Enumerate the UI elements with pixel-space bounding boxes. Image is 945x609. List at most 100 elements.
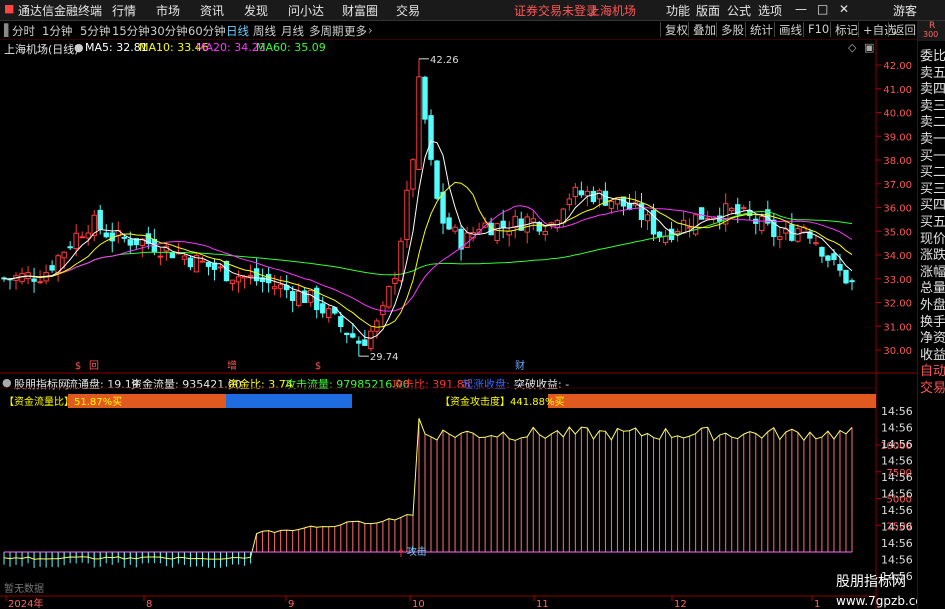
btn-f10[interactable]: F10 [803, 22, 829, 37]
candle-body [759, 216, 765, 232]
period-weekly[interactable]: 周线 [253, 23, 276, 39]
period-15min[interactable]: 15分钟 [112, 23, 150, 39]
attack-bar-red [548, 394, 876, 408]
y-tick-label: 30.00 [883, 346, 912, 357]
candle-body [410, 159, 416, 190]
quote-side-column: R 300 委比 卖五 卖四 卖三 卖二 卖一 买一 买二 买三 买四 买五 现价 涨跌 涨幅 总量 外盘 换手… [917, 21, 945, 609]
period-30min[interactable]: 30分钟 [150, 23, 188, 39]
candle-body [825, 255, 831, 261]
candle-body [590, 190, 597, 203]
close-button[interactable]: ✕ [839, 2, 849, 16]
right-time-9: 14:56 [881, 554, 913, 567]
right-time-0: 14:56 [881, 405, 913, 418]
candle-body [344, 332, 350, 335]
right-time-4: 14:56 [881, 471, 913, 484]
y-tick-label: 37.00 [883, 180, 912, 191]
period-fenshi[interactable]: 分时 [12, 23, 35, 39]
y-tick-label: 40.00 [883, 109, 912, 120]
y-tick-label: 42.00 [883, 61, 912, 72]
menu-xuanxiang[interactable]: 选项 [758, 2, 782, 19]
candle-body [253, 268, 260, 282]
btn-tongji[interactable]: 统计 [745, 22, 773, 37]
attack-degree-label: 【资金攻击度】441.88%买 [440, 395, 565, 408]
candle-body [452, 226, 458, 232]
maximize-button[interactable]: □ [817, 2, 828, 16]
menu-shichang[interactable]: 市场 [156, 2, 180, 19]
candle-body [326, 308, 332, 319]
candle-body [392, 278, 398, 284]
btn-duogu[interactable]: 多股 [716, 22, 744, 37]
event-mark-4: 财 [515, 359, 525, 372]
minimize-button[interactable]: — [795, 2, 807, 16]
candle-body [181, 255, 188, 260]
candle-body [741, 207, 747, 210]
btn-diejia[interactable]: 叠加 [688, 22, 716, 37]
event-mark-0: $ [75, 361, 81, 372]
candle-body [247, 274, 254, 278]
candle-body [103, 232, 109, 238]
high-price-label: 42.26 [430, 55, 459, 66]
x-axis-label-5: 12 [674, 599, 687, 609]
candle-body [229, 279, 236, 285]
candle-body [698, 207, 705, 220]
event-mark-1: 回 [89, 360, 99, 372]
trade-login-alert[interactable]: 证券交易未登录 [514, 2, 598, 19]
period-monthly[interactable]: 月线 [281, 23, 304, 39]
attack-mark-label: 攻击 [407, 545, 427, 558]
period-daily[interactable]: 日线 [226, 23, 249, 39]
btn-fuquan[interactable]: 复权 [660, 22, 688, 37]
flow-bar-blue [226, 394, 352, 408]
period-1min[interactable]: 1分钟 [42, 23, 72, 39]
period-60min[interactable]: 60分钟 [188, 23, 226, 39]
right-time-6: 14:56 [881, 504, 913, 517]
menu-gongshi[interactable]: 公式 [727, 2, 751, 19]
btn-huaxian[interactable]: 画线 [774, 22, 802, 37]
candle-body [199, 260, 206, 263]
menu-caifuquan[interactable]: 财富圈 [342, 2, 378, 19]
candle-body [440, 191, 446, 224]
candle-body [356, 340, 362, 344]
candle-body [446, 217, 452, 230]
period-5min[interactable]: 5分钟 [80, 23, 110, 39]
chart-canvas[interactable]: 42.00 41.00 40.00 39.00 38.00 37.00 36.00 35.00… [0, 40, 917, 609]
candle-body [416, 76, 422, 170]
candle-body [362, 339, 368, 346]
period-multi[interactable]: 多周期 [309, 23, 344, 39]
menu-hangqing[interactable]: 行情 [112, 2, 136, 19]
guest-label[interactable]: 游客 [893, 2, 917, 19]
menu-zixun[interactable]: 资讯 [200, 2, 224, 19]
candle-body [235, 276, 242, 283]
candle-body [843, 269, 849, 284]
candle-body [644, 214, 651, 222]
more-chevron-icon[interactable]: › [368, 23, 373, 37]
candle-body [500, 220, 506, 229]
period-more[interactable]: 更多 [344, 23, 367, 39]
candle-body [169, 252, 176, 259]
badge-number: 300 [923, 30, 939, 39]
candle-body [849, 280, 855, 283]
y-tick-label: 41.00 [883, 85, 912, 96]
candle-body [530, 218, 536, 223]
candle-body [121, 236, 127, 239]
candle-body [97, 209, 103, 230]
candle-body [813, 242, 819, 245]
menu-banmian[interactable]: 版面 [696, 2, 720, 19]
candle-body [428, 115, 434, 160]
menu-jiaoyi[interactable]: 交易 [396, 2, 420, 19]
candle-body [494, 223, 500, 241]
y-tick-label: 34.00 [883, 251, 912, 262]
candle-body [67, 246, 73, 249]
candle-body [79, 236, 85, 239]
candle-body [837, 264, 843, 271]
menu-gongneng[interactable]: 功能 [666, 2, 690, 19]
quote-badge[interactable]: R 300 [918, 21, 945, 41]
quote-label-20[interactable]: 交易 [920, 377, 945, 396]
candle-body [350, 333, 356, 338]
menu-wenxiaoda[interactable]: 问小达 [288, 2, 324, 19]
menu-faxian[interactable]: 发现 [244, 2, 268, 19]
candle-body [566, 198, 573, 206]
candle-body [464, 232, 470, 248]
btn-fanhui[interactable]: 返回 [888, 22, 916, 37]
btn-biaoji[interactable]: 标记 [830, 22, 858, 37]
candle-body [55, 255, 61, 274]
